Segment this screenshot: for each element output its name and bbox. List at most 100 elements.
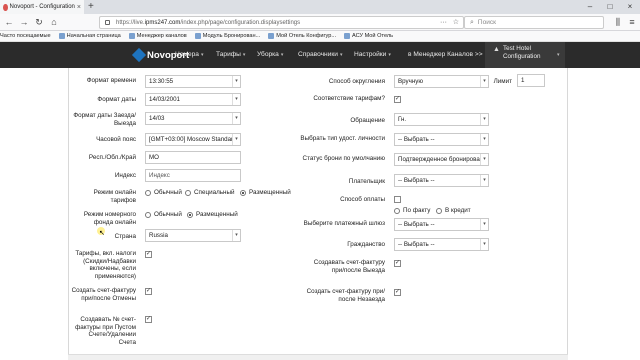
- search-icon: ⌕: [470, 18, 474, 26]
- forward-icon[interactable]: →: [18, 16, 30, 28]
- chevron-down-icon: ▾: [480, 154, 488, 165]
- bookmark-item[interactable]: Начальная страница: [58, 33, 121, 39]
- browser-titlebar: Novoport - Configuration × + – □ ×: [0, 0, 640, 14]
- back-icon[interactable]: ←: [3, 16, 15, 28]
- menu-rooms[interactable]: Номера ▾: [175, 42, 203, 68]
- menu-directories[interactable]: Справочники ▾: [298, 42, 342, 68]
- invoice-after-cancel-checkbox[interactable]: ✓: [145, 288, 152, 295]
- bookmark-item[interactable]: Модуль Бронирован...: [194, 33, 260, 39]
- chevron-down-icon: ▾: [232, 230, 240, 241]
- label-rounding: Способ округления: [328, 78, 385, 85]
- online-rates-normal-radio[interactable]: Обычный: [145, 189, 182, 196]
- maximize-icon[interactable]: □: [600, 0, 620, 14]
- rate-match-checkbox[interactable]: ✓: [394, 96, 401, 103]
- rates-incl-taxes-checkbox[interactable]: ✓: [145, 251, 152, 258]
- bookmark-item[interactable]: Часто посещаемые: [0, 33, 51, 39]
- country-select[interactable]: Russia ▾: [145, 229, 241, 242]
- tab-title: Novoport - Configuration: [9, 4, 75, 10]
- search-placeholder: Поиск: [477, 19, 496, 26]
- invoice-empty-account-checkbox[interactable]: ✓: [145, 316, 152, 323]
- reload-icon[interactable]: ↻: [33, 16, 45, 28]
- timezone-select[interactable]: [GMT+03:00] Moscow Standar ▾: [145, 133, 241, 146]
- label-time-format: Формат времени: [86, 77, 136, 84]
- bookmark-icon: [128, 33, 135, 39]
- payment-gateway-select[interactable]: -- Выбрать -- ▾: [394, 218, 489, 231]
- chevron-down-icon: ▾: [480, 134, 488, 145]
- radio-icon: [185, 189, 191, 196]
- rounding-select[interactable]: Вручную ▾: [394, 75, 489, 88]
- menu-rates[interactable]: Тарифы ▾: [216, 42, 245, 68]
- label-invoice-after-noshow: Создать счет-фактуру при/после Незаезда: [306, 288, 385, 303]
- default-status-select[interactable]: Подтвержденное бронирова ▾: [394, 153, 489, 166]
- salutation-select[interactable]: Гн. ▾: [394, 113, 489, 126]
- payer-select[interactable]: -- Выбрать -- ▾: [394, 174, 489, 187]
- chevron-down-icon: ▾: [242, 52, 246, 58]
- new-tab-icon[interactable]: +: [88, 1, 94, 13]
- label-invoice-empty-account: Создавать № счет-фактуры при Пустом Счет…: [75, 316, 136, 346]
- menu-housekeeping[interactable]: Уборка ▾: [257, 42, 283, 68]
- bookmark-item[interactable]: Менеджер каналов: [128, 33, 187, 39]
- label-online-rates-mode: Режим онлайн тарифов: [93, 189, 136, 204]
- browser-tab[interactable]: Novoport - Configuration ×: [0, 0, 84, 14]
- region-input[interactable]: MO: [145, 151, 241, 164]
- bookmark-star-icon[interactable]: ☆: [453, 17, 459, 28]
- chevron-down-icon: ▾: [388, 52, 391, 58]
- invoice-after-noshow-checkbox[interactable]: ✓: [394, 289, 401, 296]
- hotel-menu[interactable]: ▲ Test Hotel Configuration ▾: [485, 42, 565, 68]
- chevron-down-icon: ▾: [232, 76, 240, 87]
- radio-selected-icon: [240, 189, 246, 196]
- hotel-name: Test Hotel: [503, 45, 531, 52]
- chevron-down-icon: ▾: [480, 114, 488, 125]
- menu-channel-manager[interactable]: в Менеджер Каналов >>: [408, 42, 483, 68]
- library-icon[interactable]: ⫼: [612, 16, 624, 28]
- label-invoice-after-cancel: Создать счет-фактуру при/после Отмены: [71, 287, 136, 302]
- bookmark-icon: [194, 33, 201, 39]
- invoice-after-checkout-checkbox[interactable]: ✓: [394, 260, 401, 267]
- menu-icon[interactable]: ≡: [626, 16, 638, 28]
- date-format-select[interactable]: 14/03/2001 ▾: [145, 93, 241, 106]
- chevron-down-icon: ▾: [232, 113, 240, 124]
- tab-close-icon[interactable]: ×: [77, 4, 81, 11]
- limit-input[interactable]: 1: [517, 74, 545, 87]
- label-arrival-date-format: Формат даты Заезда/Выезда: [73, 112, 136, 127]
- time-format-select[interactable]: 13:30:55 ▾: [145, 75, 241, 88]
- online-rates-special-radio[interactable]: Специальный: [185, 189, 235, 196]
- url-text: https://live.ipms247.com/index.php/page/…: [116, 19, 301, 26]
- bookmark-item[interactable]: Мой Отель Конфигур...: [268, 33, 336, 39]
- chevron-down-icon: ▾: [232, 94, 240, 105]
- radio-selected-icon: [187, 211, 193, 218]
- arrival-date-format-select[interactable]: 14/03 ▾: [145, 112, 241, 125]
- label-room-fund-mode: Режим номерного фонда онлайн: [83, 211, 136, 226]
- chevron-down-icon: ▾: [200, 52, 204, 58]
- zip-input[interactable]: Индекс: [145, 169, 241, 182]
- label-zip: Индекс: [114, 172, 136, 179]
- bookmark-item[interactable]: АСУ Мой Отель: [344, 33, 393, 39]
- room-fund-placed-radio[interactable]: Размещенный: [187, 211, 238, 218]
- room-fund-normal-radio[interactable]: Обычный: [145, 211, 182, 218]
- close-window-icon[interactable]: ×: [620, 0, 640, 14]
- payment-method-checkbox[interactable]: [394, 196, 401, 203]
- label-date-format: Формат даты: [97, 96, 136, 103]
- browser-navbar: ← → ↻ ⌂ https://live.ipms247.com/index.p…: [0, 14, 640, 31]
- online-rates-placed-radio[interactable]: Размещенный: [240, 189, 291, 196]
- chevron-down-icon: ▾: [339, 52, 343, 58]
- bookmark-icon: [344, 33, 351, 39]
- bookmark-icon: [58, 33, 65, 39]
- chevron-down-icon: ▾: [480, 175, 488, 186]
- address-bar[interactable]: https://live.ipms247.com/index.php/page/…: [99, 16, 464, 29]
- label-limit: Лимит: [493, 78, 512, 85]
- hotel-section: Configuration: [503, 53, 541, 60]
- chevron-down-icon: ▾: [480, 219, 488, 230]
- citizenship-select[interactable]: -- Выбрать -- ▾: [394, 238, 489, 251]
- payment-on-fact-radio[interactable]: По факту: [394, 207, 430, 214]
- search-bar[interactable]: ⌕ Поиск: [464, 16, 604, 29]
- mouse-pointer-icon: ↖: [99, 230, 105, 237]
- bookmarks-bar: Часто посещаемые Начальная страница Мене…: [0, 31, 640, 42]
- home-icon[interactable]: ⌂: [48, 16, 60, 28]
- payment-credit-radio[interactable]: В кредит: [436, 207, 471, 214]
- id-type-select[interactable]: -- Выбрать -- ▾: [394, 133, 489, 146]
- minimize-icon[interactable]: –: [580, 0, 600, 14]
- radio-icon: [145, 211, 151, 218]
- menu-settings[interactable]: Настройки ▾: [354, 42, 391, 68]
- page-actions-icon[interactable]: ···: [440, 17, 447, 28]
